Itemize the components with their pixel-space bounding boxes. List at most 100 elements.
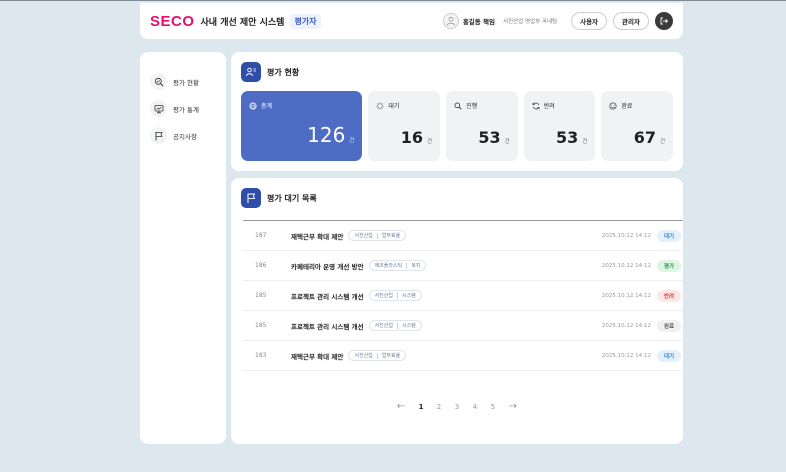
chart-monitor-icon — [150, 100, 167, 117]
status-card-in-progress[interactable]: 진행 53 건 — [446, 91, 518, 161]
page-numbers: 12345 — [412, 403, 502, 411]
status-badge: 대기 — [657, 229, 681, 242]
tag-separator — [406, 262, 408, 269]
row-date: 2025.10.12 14:12 — [601, 262, 651, 269]
flag-icon — [241, 188, 261, 208]
loading-icon — [377, 102, 384, 109]
card-value: 126 — [307, 123, 346, 147]
app-title: 사내 개선 제안 시스템 — [200, 17, 285, 28]
card-value-wrap: 67 건 — [634, 128, 665, 147]
page-number-button[interactable]: 3 — [448, 403, 466, 411]
tag-separator — [396, 292, 398, 299]
status-card-rejected[interactable]: 반려 53 건 — [523, 91, 596, 161]
tag: 업무효율 — [381, 233, 401, 239]
status-card-completed[interactable]: 완료 67 건 — [601, 91, 674, 161]
card-value-wrap: 16 건 — [401, 128, 432, 147]
flag-icon — [150, 127, 167, 144]
role-badge: 평가자 — [290, 13, 321, 29]
card-header: 완료 — [609, 101, 632, 110]
card-value: 16 — [400, 128, 423, 147]
card-value-wrap: 53 건 — [556, 128, 587, 147]
user-name: 홍길동 책임 — [462, 18, 495, 26]
card-header: 진행 — [454, 101, 477, 110]
page-number-button[interactable]: 5 — [484, 403, 502, 411]
evaluation-waiting-list-panel: 평가 대기 목록 187 재택근무 확대 제안 서진산업 업무효율 2025.10.12… — [231, 178, 683, 444]
pagination: ← 12345 → — [241, 401, 673, 412]
card-value-wrap: 126 건 — [307, 123, 354, 147]
prev-page-button[interactable]: ← — [390, 401, 412, 412]
card-label: 총계 — [261, 103, 273, 110]
next-page-button[interactable]: → — [502, 401, 524, 412]
row-date: 2025.10.12 14:12 — [601, 322, 651, 329]
logout-icon[interactable] — [655, 12, 673, 30]
card-value: 53 — [478, 128, 501, 147]
row-id: 185 — [255, 292, 267, 299]
list-rows: 187 재택근무 확대 제안 서진산업 업무효율 2025.10.12 14:12 대기 1… — [241, 221, 683, 371]
row-title[interactable]: 재택근무 확대 제안 — [291, 231, 343, 241]
tag-group: 서진산업 시스템 — [368, 290, 422, 301]
sidebar-item-label: 평가 현황 — [173, 78, 199, 87]
table-row[interactable]: 185 프로젝트 관리 시스템 개선 서진산업 시스템 2025.10.12 14:12… — [243, 311, 683, 341]
row-title[interactable]: 재택근무 확대 제안 — [291, 351, 343, 361]
page-number-button[interactable]: 1 — [412, 403, 430, 411]
panel-title: 평가 대기 목록 — [267, 193, 317, 203]
app-header: SECO 사내 개선 제안 시스템 평가자 홍길동 책임 서진산업 영업부 국내… — [140, 3, 683, 39]
row-id: 183 — [255, 352, 267, 359]
tag: 에코플라스틱 — [374, 263, 403, 269]
admin-mode-button[interactable]: 관리자 — [613, 12, 649, 30]
row-title[interactable]: 프로젝트 관리 시스템 개선 — [291, 321, 364, 331]
window-top-border — [0, 0, 786, 1]
card-value-wrap: 53 건 — [478, 128, 509, 147]
page-number-button[interactable]: 2 — [430, 403, 448, 411]
user-avatar-icon[interactable] — [442, 13, 459, 29]
user-mode-button[interactable]: 사용자 — [571, 12, 608, 30]
table-row[interactable]: 186 카페테리아 운영 개선 방안 에코플라스틱 복지 2025.10.12 14:1… — [243, 251, 683, 281]
row-title[interactable]: 카페테리아 운영 개선 방안 — [291, 261, 364, 271]
tag: 업무효율 — [381, 353, 401, 359]
status-card-waiting[interactable]: 대기 16 건 — [368, 91, 441, 161]
card-header: 대기 — [376, 101, 399, 110]
row-date: 2025.10.12 14:12 — [601, 292, 651, 299]
panel-header: 평가 대기 목록 — [241, 188, 673, 208]
card-header: 반려 — [532, 101, 555, 110]
globe-icon — [249, 101, 257, 110]
sidebar-item-eval-status[interactable]: 평가 현황 — [140, 68, 226, 95]
card-header: 총계 — [249, 101, 272, 110]
tag-group: 에코플라스틱 복지 — [368, 260, 427, 271]
refresh-icon — [532, 102, 540, 109]
tag-separator — [376, 352, 378, 359]
status-card-total[interactable]: 총계 126 건 — [241, 91, 363, 161]
row-title[interactable]: 프로젝트 관리 시스템 개선 — [291, 291, 364, 301]
tag: 서진산업 — [374, 323, 393, 329]
row-id: 186 — [255, 262, 267, 269]
status-cards: 총계 126 건 대기 16 건 진행 53 건 반려 53 건 완료 67 건 — [241, 91, 674, 161]
card-label: 반려 — [543, 103, 555, 110]
tag-group: 서진산업 업무효율 — [348, 230, 407, 241]
tag: 복지 — [411, 263, 421, 269]
search-list-icon — [150, 73, 167, 90]
tag-group: 서진산업 업무효율 — [348, 350, 407, 361]
panel-title: 평가 현황 — [267, 67, 300, 77]
table-row[interactable]: 187 재택근무 확대 제안 서진산업 업무효율 2025.10.12 14:12 대기 — [243, 221, 683, 251]
sidebar-item-eval-stats[interactable]: 평가 통계 — [140, 95, 226, 122]
tag-group: 서진산업 시스템 — [368, 320, 422, 331]
page-number-button[interactable]: 4 — [466, 403, 484, 411]
card-label: 대기 — [388, 103, 400, 110]
user-department: 서진산업 영업부 국내팀 — [502, 19, 558, 25]
table-row[interactable]: 183 재택근무 확대 제안 서진산업 업무효율 2025.10.12 14:12 대기 — [243, 341, 683, 371]
tag-separator — [396, 322, 398, 329]
logo[interactable]: SECO — [150, 13, 195, 30]
card-unit: 건 — [427, 139, 433, 145]
evaluation-status-panel: 평가 현황 총계 126 건 대기 16 건 진행 53 건 반려 53 건 완… — [231, 52, 683, 171]
card-unit: 건 — [582, 139, 588, 145]
card-unit: 건 — [659, 139, 666, 145]
sidebar: 평가 현황 평가 통계 공지사항 — [140, 52, 226, 444]
row-date: 2025.10.12 14:12 — [601, 352, 651, 359]
users-icon — [241, 62, 261, 82]
tag: 시스템 — [401, 293, 416, 299]
tag: 서진산업 — [354, 233, 373, 239]
row-id: 187 — [255, 232, 267, 239]
sidebar-item-notice[interactable]: 공지사항 — [140, 122, 226, 149]
panel-header: 평가 현황 — [241, 62, 673, 82]
table-row[interactable]: 185 프로젝트 관리 시스템 개선 서진산업 시스템 2025.10.12 14:12… — [243, 281, 683, 311]
